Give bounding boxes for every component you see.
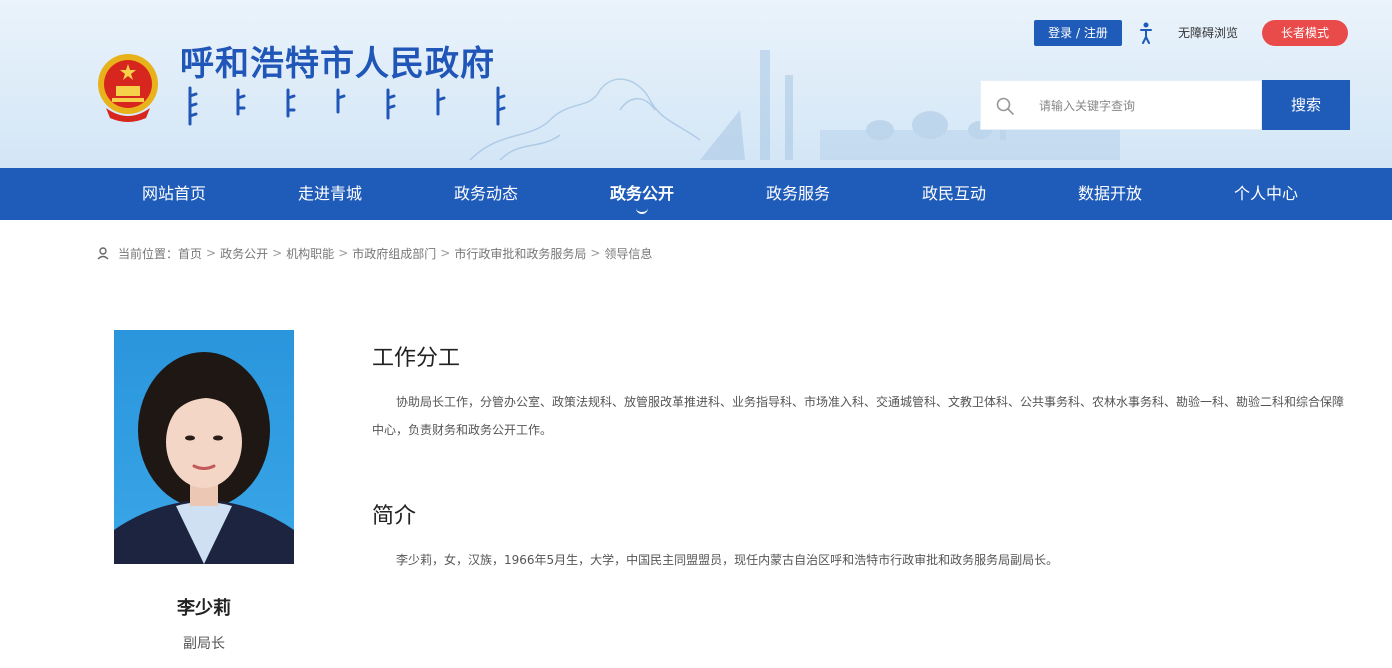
nav-item-open-data[interactable]: 数据开放 [1032, 168, 1188, 220]
site-title: 呼和浩特市人民政府 [180, 44, 495, 84]
mongolian-script-title [188, 86, 506, 126]
breadcrumb: 当前位置： 首页 > 政务公开 > 机构职能 > 市政府组成部门 > 市行政审批… [96, 244, 652, 262]
bio-heading: 简介 [372, 504, 417, 529]
nav-item-interaction[interactable]: 政民互动 [876, 168, 1032, 220]
breadcrumb-separator: > [590, 246, 601, 260]
breadcrumb-separator: > [338, 246, 349, 260]
breadcrumb-item[interactable]: 市政府组成部门 [352, 245, 436, 262]
search-icon [996, 97, 1014, 115]
main-nav: 网站首页 走进青城 政务动态 政务公开 政务服务 政民互动 数据开放 个人中心 [0, 168, 1392, 220]
breadcrumb-item[interactable]: 市行政审批和政务服务局 [454, 245, 586, 262]
duties-text: 协助局长工作，分管办公室、政策法规科、放管服改革推进科、业务指导科、市场准入科、… [372, 395, 1345, 437]
breadcrumb-separator: > [206, 246, 217, 260]
search-box[interactable] [980, 80, 1262, 130]
nav-item-news[interactable]: 政务动态 [408, 168, 564, 220]
profile-photo [114, 330, 294, 564]
portrait-illustration [114, 330, 294, 564]
nav-item-services[interactable]: 政务服务 [720, 168, 876, 220]
search-button[interactable]: 搜索 [1262, 80, 1350, 130]
breadcrumb-prefix: 当前位置： [118, 246, 179, 261]
breadcrumb-item[interactable]: 首页 [178, 245, 202, 262]
bio-text: 李少莉，女，汉族，1966年5月生，大学，中国民主同盟盟员，现任内蒙古自治区呼和… [396, 553, 1059, 567]
accessibility-mode-link[interactable]: 无障碍浏览 [1178, 24, 1238, 41]
nav-item-personal-center[interactable]: 个人中心 [1188, 168, 1344, 220]
elder-mode-button[interactable]: 长者模式 [1262, 20, 1348, 46]
breadcrumb-separator: > [440, 246, 451, 260]
breadcrumb-separator: > [272, 246, 283, 260]
breadcrumb-item[interactable]: 政务公开 [220, 245, 268, 262]
person-name: 李少莉 [177, 598, 231, 619]
breadcrumb-item-current: 领导信息 [604, 246, 653, 261]
location-pin-icon [97, 247, 109, 260]
breadcrumb-item[interactable]: 机构职能 [286, 245, 334, 262]
nav-item-about-city[interactable]: 走进青城 [252, 168, 408, 220]
nav-item-home[interactable]: 网站首页 [96, 168, 252, 220]
duties-heading: 工作分工 [372, 346, 461, 371]
nav-item-open-government[interactable]: 政务公开 [564, 168, 720, 220]
accessibility-icon[interactable] [1138, 21, 1154, 45]
national-emblem-icon [98, 54, 158, 122]
search-input[interactable] [1039, 93, 1249, 119]
person-title: 副局长 [183, 636, 225, 652]
login-register-button[interactable]: 登录 / 注册 [1034, 20, 1122, 46]
